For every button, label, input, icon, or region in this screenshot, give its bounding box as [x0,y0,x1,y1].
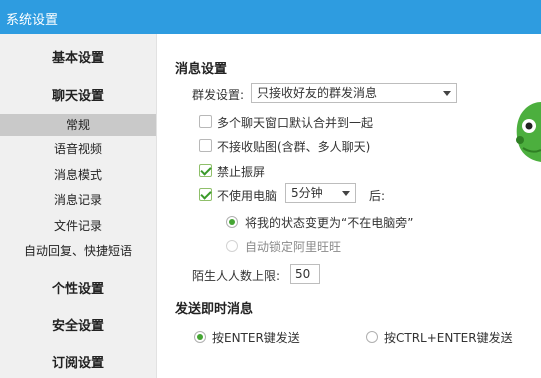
idle-label: 不使用电脑 [217,189,278,203]
mascot-icon [516,102,541,162]
stranger-limit-input[interactable]: 50 [290,264,320,284]
merge-windows-label: 多个聊天窗口默认合并到一起 [217,116,374,130]
no-stickers-checkbox[interactable] [199,139,212,152]
sidebar-section-security[interactable]: 安全设置 [0,315,156,334]
idle-time-select[interactable]: 5分钟 [285,183,356,203]
sidebar-item-general[interactable]: 常规 [0,114,156,136]
sidebar-item-message-history[interactable]: 消息记录 [0,191,156,208]
chevron-down-icon [342,191,350,196]
title-bar: 系统设置 [0,0,541,34]
idle-lock-radio[interactable] [226,240,238,252]
disable-shake-checkbox[interactable] [199,164,212,177]
idle-status-radio[interactable] [226,216,238,228]
idle-after-label: 后: [369,189,386,203]
disable-shake-label: 禁止振屏 [217,165,266,179]
send-enter-radio[interactable] [194,331,206,343]
sidebar: 基本设置 聊天设置 常规 语音视频 消息模式 消息记录 文件记录 自动回复、快捷… [0,34,157,378]
chevron-down-icon [443,91,451,96]
sidebar-section-personal[interactable]: 个性设置 [0,278,156,297]
sidebar-item-message-mode[interactable]: 消息模式 [0,166,156,183]
idle-time-value: 5分钟 [291,186,323,200]
idle-lock-label: 自动锁定阿里旺旺 [245,240,342,254]
sidebar-item-file-history[interactable]: 文件记录 [0,217,156,234]
merge-windows-checkbox[interactable] [199,115,212,128]
sidebar-section-chat[interactable]: 聊天设置 [0,85,156,104]
sidebar-section-subscribe[interactable]: 订阅设置 [0,352,156,371]
group-send-value: 只接收好友的群发消息 [257,86,378,100]
send-enter-label: 按ENTER键发送 [212,331,300,345]
group-send-select[interactable]: 只接收好友的群发消息 [251,83,457,103]
message-settings-header: 消息设置 [175,62,228,77]
no-stickers-label: 不接收贴图(含群、多人聊天) [217,140,371,154]
sidebar-item-voice-video[interactable]: 语音视频 [0,140,156,157]
send-settings-header: 发送即时消息 [175,302,254,317]
send-ctrl-enter-label: 按CTRL+ENTER键发送 [384,331,513,345]
settings-panel: 消息设置 群发设置: 只接收好友的群发消息 多个聊天窗口默认合并到一起 不接收贴… [157,34,541,378]
sidebar-section-basic[interactable]: 基本设置 [0,47,156,66]
stranger-limit-label: 陌生人人数上限: [192,269,281,283]
idle-checkbox[interactable] [199,188,212,201]
idle-status-label: 将我的状态变更为“不在电脑旁” [245,216,414,230]
send-ctrl-enter-radio[interactable] [366,331,378,343]
group-send-label: 群发设置: [192,88,245,102]
sidebar-item-auto-reply[interactable]: 自动回复、快捷短语 [0,242,156,259]
window-title: 系统设置 [6,13,59,28]
